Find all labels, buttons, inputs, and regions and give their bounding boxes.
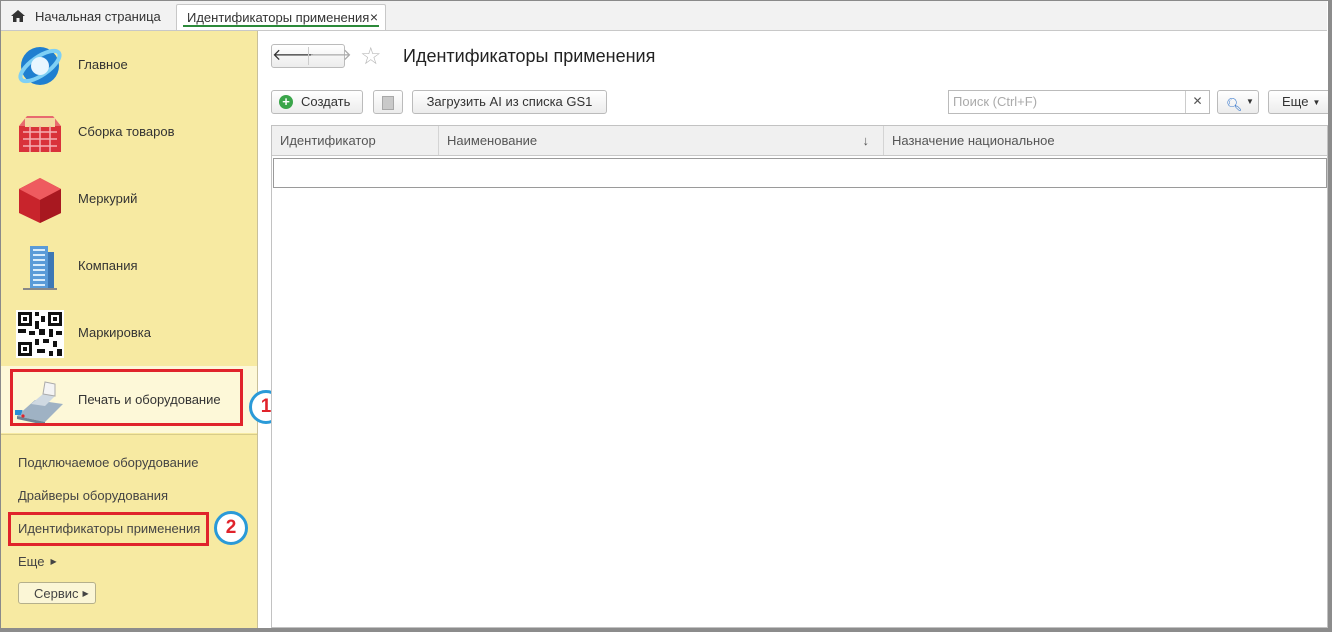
window-shadow-right (1328, 0, 1332, 632)
sidebar-section-goods-assembly[interactable]: Сборка товаров (1, 98, 257, 165)
column-header-national-purpose[interactable]: Назначение национальное (884, 126, 1327, 155)
company-building-icon (23, 246, 57, 290)
sidebar-section-marking[interactable]: Маркировка (1, 299, 257, 366)
table-header: Идентификатор Наименование ↓ Назначение … (272, 126, 1327, 156)
search-icon: 🔍︎ (1226, 97, 1243, 112)
clear-search-icon[interactable]: ✕ (1185, 91, 1209, 113)
copy-document-icon (382, 96, 394, 110)
identifiers-table: Идентификатор Наименование ↓ Назначение … (271, 125, 1328, 628)
column-header-label: Наименование (447, 133, 538, 148)
create-button[interactable]: + Создать (271, 90, 363, 114)
annotation-badge-2: 2 (214, 511, 248, 545)
service-button[interactable]: Сервис ▶ (18, 582, 96, 604)
sidebar-section-label: Меркурий (78, 191, 138, 206)
chevron-right-icon: ▶ (50, 557, 57, 566)
arrow-right-icon: 🡒 (309, 47, 352, 64)
sidebar-section-label: Главное (78, 57, 128, 72)
load-gs1-button-label: Загрузить AI из списка GS1 (426, 94, 593, 109)
tab-home-label: Начальная страница (35, 9, 161, 24)
home-icon (11, 10, 25, 22)
tab-bar: Начальная страница Идентификаторы примен… (1, 1, 1327, 31)
mercury-cube-icon (19, 178, 61, 223)
sidebar-link-more-label: Еще (18, 554, 45, 569)
chevron-down-icon: ▼ (1246, 97, 1254, 106)
sidebar-section-label: Маркировка (78, 325, 151, 340)
sidebar-section-label: Компания (78, 258, 138, 273)
chevron-right-icon: ▶ (82, 589, 89, 598)
load-gs1-button[interactable]: Загрузить AI из списка GS1 (412, 90, 607, 114)
highlight-box-1 (10, 369, 243, 426)
chevron-down-icon: ▼ (1312, 98, 1321, 107)
tab-home[interactable]: Начальная страница (1, 4, 173, 30)
more-button-label: Еще (1282, 94, 1309, 109)
search-placeholder: Поиск (Ctrl+F) (953, 94, 1038, 109)
goods-basket-icon (19, 116, 61, 152)
sidebar-link-more[interactable]: Еще ▶ (18, 554, 57, 569)
tab-application-identifiers[interactable]: Идентификаторы применения × (176, 4, 386, 30)
sidebar-section-mercury[interactable]: Меркурий (1, 165, 257, 232)
window-shadow-bottom (0, 628, 1332, 632)
sidebar-link-connected-equipment[interactable]: Подключаемое оборудование (18, 455, 199, 470)
table-row[interactable] (273, 158, 1327, 188)
forward-button[interactable]: 🡒 (309, 45, 352, 67)
page-title: Идентификаторы применения (403, 46, 656, 66)
qr-code-icon (16, 310, 64, 358)
search-options-button[interactable]: 🔍︎ ▼ (1217, 90, 1259, 114)
sidebar-section-main[interactable]: Главное (1, 31, 257, 98)
sidebar-section-company[interactable]: Компания (1, 232, 257, 299)
column-header-identifier[interactable]: Идентификатор (272, 126, 439, 155)
sidebar-divider (1, 434, 257, 435)
service-button-label: Сервис (34, 586, 79, 601)
tab-active-label: Идентификаторы применения (187, 10, 370, 25)
history-nav: 🡐 🡒 (271, 44, 352, 68)
active-tab-indicator (183, 25, 379, 27)
more-button[interactable]: Еще ▼ (1268, 90, 1330, 114)
copy-button[interactable] (373, 90, 403, 114)
sidebar-section-label: Сборка товаров (78, 124, 175, 139)
create-button-label: Создать (301, 94, 351, 109)
highlight-box-2 (8, 512, 209, 546)
sort-descending-icon: ↓ (862, 133, 870, 148)
column-header-label: Идентификатор (280, 133, 376, 148)
sidebar-link-equipment-drivers[interactable]: Драйверы оборудования (18, 488, 168, 503)
main-globe-icon (18, 47, 62, 85)
column-header-name[interactable]: Наименование ↓ (439, 126, 884, 155)
add-icon: + (279, 95, 293, 109)
favorite-star-icon[interactable]: ☆ (360, 42, 382, 71)
search-input[interactable]: Поиск (Ctrl+F) ✕ (948, 90, 1210, 114)
back-button[interactable]: 🡐 (272, 45, 315, 67)
column-header-label: Назначение национальное (892, 133, 1055, 148)
